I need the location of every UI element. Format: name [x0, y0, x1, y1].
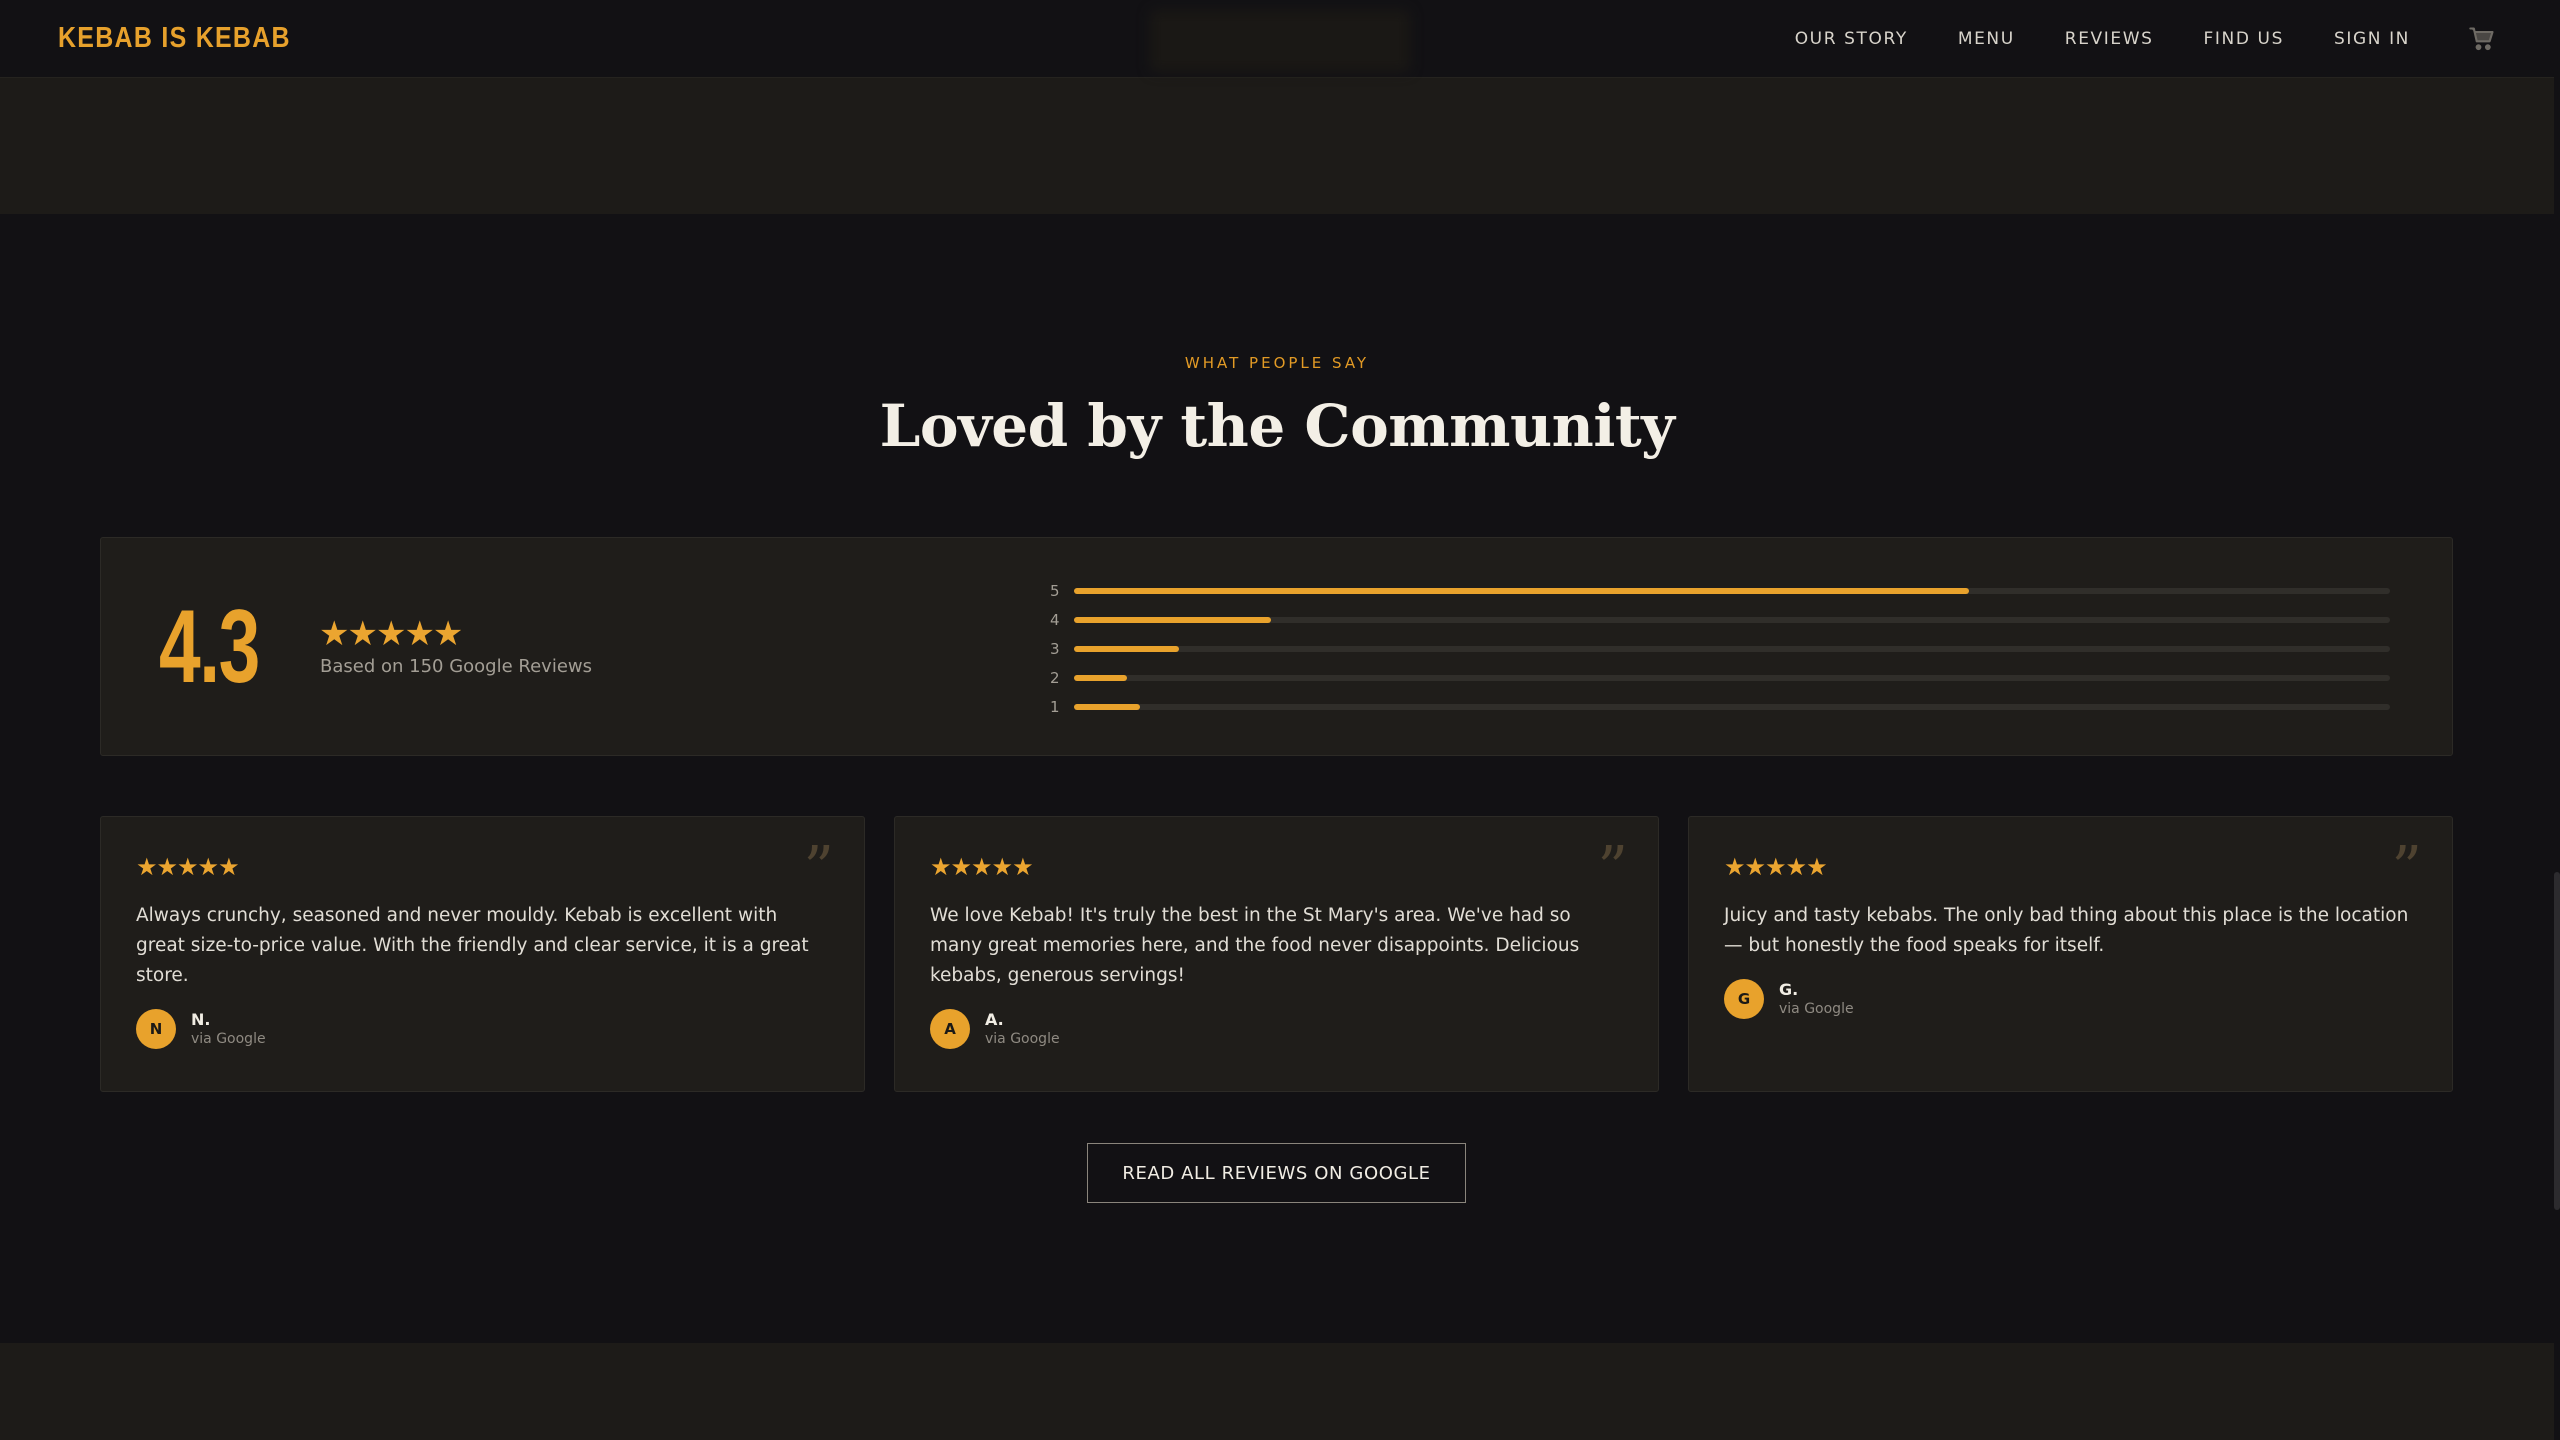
cart-icon[interactable] [2468, 25, 2496, 53]
rating-bar-track [1074, 616, 2390, 623]
rating-bar-fill [1074, 703, 1140, 710]
review-text: Juicy and tasty kebabs. The only bad thi… [1724, 905, 2409, 956]
site-logo[interactable]: KEBAB IS KEBAB [58, 22, 291, 55]
rating-bar-row: 1 [1050, 692, 2390, 721]
rating-distribution: 5 4 3 2 1 [1050, 576, 2390, 721]
rating-bar-label: 4 [1050, 610, 1060, 629]
rating-bar-label: 5 [1050, 581, 1060, 600]
rating-bar-row: 3 [1050, 634, 2390, 663]
next-section-top [0, 1343, 2554, 1440]
rating-bar-fill [1074, 674, 1127, 681]
nav-link-sign-in[interactable]: SIGN IN [2334, 29, 2410, 49]
rating-bar-fill [1074, 616, 1272, 623]
rating-stars: ★★★★★ [319, 614, 463, 654]
review-author: N N. via Google [136, 1009, 829, 1049]
rating-bar-fill [1074, 587, 1969, 594]
author-source: via Google [191, 1031, 266, 1047]
nav-link-reviews[interactable]: REVIEWS [2065, 29, 2154, 49]
section-heading: Loved by the Community [879, 392, 1675, 460]
page-scrollbar[interactable] [2554, 0, 2560, 1440]
section-eyebrow: WHAT PEOPLE SAY [1184, 354, 1370, 372]
review-text: Always crunchy, seasoned and never mould… [136, 905, 809, 986]
rating-bar-label: 1 [1050, 697, 1060, 716]
rating-bar-row: 4 [1050, 605, 2390, 634]
average-rating: 4.3 [159, 589, 260, 705]
rating-bar-fill [1074, 645, 1180, 652]
nav-link-find-us[interactable]: FIND US [2204, 29, 2284, 49]
rating-basis: Based on 150 Google Reviews [320, 656, 592, 677]
review-stars: ★★★★★ [1724, 853, 1828, 881]
review-card: ★★★★★ ” Always crunchy, seasoned and nev… [100, 816, 865, 1092]
quote-icon: ” [2391, 834, 2422, 904]
nav-link-menu[interactable]: MENU [1958, 29, 2015, 49]
rating-bar-label: 2 [1050, 668, 1060, 687]
rating-summary-card: 4.3 ★★★★★ Based on 150 Google Reviews 5 … [100, 537, 2453, 756]
author-name: G. [1779, 980, 1799, 999]
review-stars: ★★★★★ [930, 853, 1034, 881]
review-cards: ★★★★★ ” Always crunchy, seasoned and nev… [100, 816, 2453, 1092]
avatar: G [1724, 979, 1764, 1019]
rating-bar-label: 3 [1050, 639, 1060, 658]
rating-bar-track [1074, 645, 2390, 652]
nav-links: OUR STORY MENU REVIEWS FIND US SIGN IN [1795, 25, 2496, 53]
quote-icon: ” [1597, 834, 1628, 904]
avatar: N [136, 1009, 176, 1049]
quote-icon: ” [803, 834, 834, 904]
author-name: A. [985, 1010, 1004, 1029]
rating-bar-row: 2 [1050, 663, 2390, 692]
rating-bar-track [1074, 674, 2390, 681]
review-card: ★★★★★ ” We love Kebab! It's truly the be… [894, 816, 1659, 1092]
rating-bar-track [1074, 703, 2390, 710]
review-author: A A. via Google [930, 1009, 1623, 1049]
hero-button-shadow [1150, 10, 1410, 72]
author-source: via Google [1779, 1001, 1854, 1017]
rating-bar-row: 5 [1050, 576, 2390, 605]
nav-link-our-story[interactable]: OUR STORY [1795, 29, 1908, 49]
avatar: A [930, 1009, 970, 1049]
author-source: via Google [985, 1031, 1060, 1047]
review-text: We love Kebab! It's truly the best in th… [930, 905, 1580, 986]
previous-section-bottom [0, 78, 2554, 214]
review-stars: ★★★★★ [136, 853, 240, 881]
review-author: G G. via Google [1724, 979, 2417, 1019]
read-all-reviews-button[interactable]: READ ALL REVIEWS ON GOOGLE [1087, 1143, 1466, 1203]
scrollbar-thumb[interactable] [2554, 872, 2560, 1210]
review-card: ★★★★★ ” Juicy and tasty kebabs. The only… [1688, 816, 2453, 1092]
rating-bar-track [1074, 587, 2390, 594]
author-name: N. [191, 1010, 211, 1029]
